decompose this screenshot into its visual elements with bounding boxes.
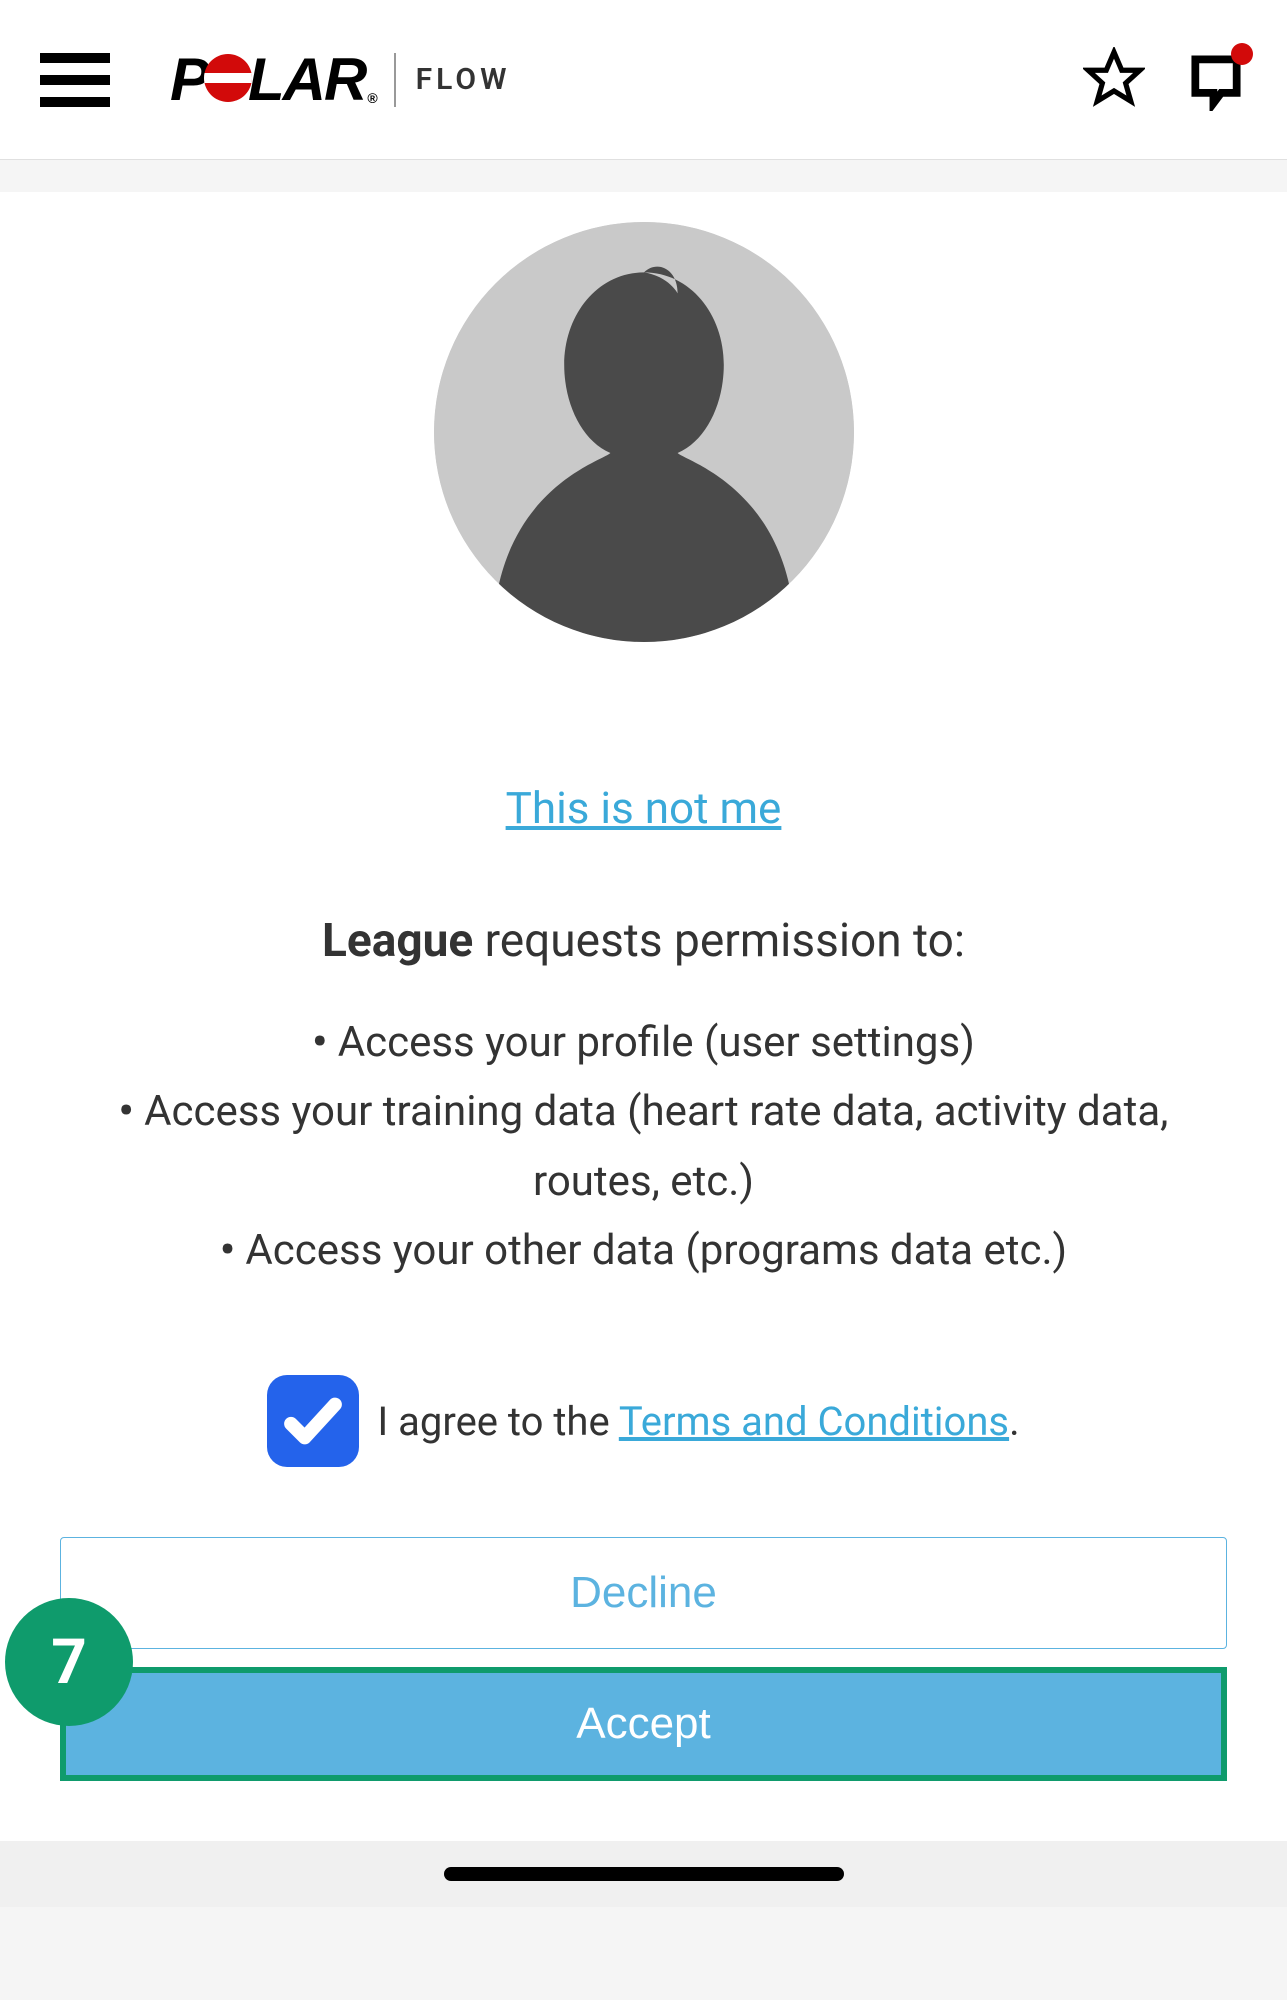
agree-prefix: I agree to the: [377, 1398, 618, 1445]
checkmark-icon: [280, 1388, 346, 1454]
permission-list: Access your profile (user settings) Acce…: [60, 1008, 1227, 1285]
permission-item: Access your profile (user settings): [70, 1008, 1217, 1077]
button-row: Decline Accept 7: [60, 1537, 1227, 1781]
flow-label: FLOW: [416, 62, 511, 97]
brand-logo[interactable]: PLAR® FLOW: [170, 45, 1083, 114]
app-header: PLAR® FLOW: [0, 0, 1287, 160]
permission-title-suffix: requests permission to:: [473, 914, 965, 968]
permission-title: League requests permission to:: [60, 914, 1227, 968]
avatar-placeholder-icon: [434, 222, 854, 642]
decline-button[interactable]: Decline: [60, 1537, 1227, 1649]
accept-button[interactable]: Accept: [60, 1667, 1227, 1781]
requesting-app-name: League: [322, 914, 473, 968]
terms-link[interactable]: Terms and Conditions: [619, 1398, 1009, 1445]
spacer: [0, 160, 1287, 192]
polar-wordmark: PLAR®: [170, 45, 374, 114]
permission-item: Access your training data (heart rate da…: [70, 1077, 1217, 1216]
permission-panel: This is not me League requests permissio…: [0, 192, 1287, 1841]
hamburger-menu-icon[interactable]: [40, 53, 110, 107]
not-me-link[interactable]: This is not me: [506, 782, 782, 834]
terms-row: I agree to the Terms and Conditions.: [60, 1375, 1227, 1467]
permission-item: Access your other data (programs data et…: [70, 1216, 1217, 1285]
agree-suffix: .: [1009, 1398, 1020, 1445]
agree-text: I agree to the Terms and Conditions.: [377, 1398, 1019, 1445]
footer-bar: [0, 1841, 1287, 1907]
notification-dot-icon: [1231, 43, 1253, 65]
favorites-star-icon[interactable]: [1083, 47, 1145, 113]
user-avatar: [434, 222, 854, 642]
home-indicator-icon[interactable]: [444, 1867, 844, 1881]
notifications-icon[interactable]: [1185, 49, 1247, 111]
divider-icon: [394, 53, 396, 107]
agree-checkbox[interactable]: [267, 1375, 359, 1467]
step-badge: 7: [5, 1598, 133, 1726]
